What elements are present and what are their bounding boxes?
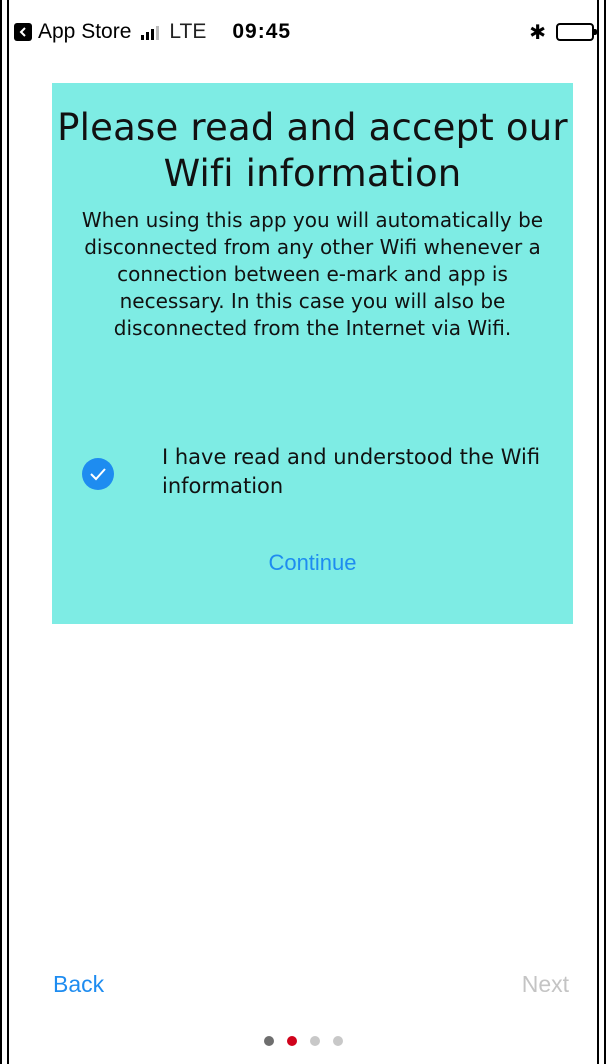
page-indicator xyxy=(2,1036,604,1046)
clock: 09:45 xyxy=(232,20,292,43)
continue-button[interactable]: Continue xyxy=(52,550,573,576)
back-to-app-label[interactable]: App Store xyxy=(38,20,131,44)
back-app-icon[interactable] xyxy=(14,23,32,41)
page-dot-3 xyxy=(309,1036,320,1046)
next-button: Next xyxy=(521,971,569,997)
wifi-info-card: Please read and accept our Wifi informat… xyxy=(52,83,573,624)
accept-checkbox-label[interactable]: I have read and understood the Wifi info… xyxy=(162,443,557,501)
checkmark-icon[interactable] xyxy=(82,458,114,490)
card-body-text: When using this app you will automatical… xyxy=(81,208,544,340)
status-right: ✱ xyxy=(529,20,597,45)
phone-screen: App Store LTE 09:45 ✱ Please read and ac… xyxy=(0,0,606,1064)
back-button[interactable]: Back xyxy=(53,971,104,998)
bluetooth-icon: ✱ xyxy=(529,21,546,44)
page-dot-1 xyxy=(263,1036,274,1046)
page-dot-2 xyxy=(286,1036,297,1046)
network-type: LTE xyxy=(169,20,207,43)
signal-icon xyxy=(141,24,160,40)
battery-icon xyxy=(556,23,597,41)
accept-checkbox-row[interactable]: I have read and understood the Wifi info… xyxy=(82,443,557,501)
status-bar: App Store LTE 09:45 ✱ xyxy=(14,16,597,48)
page-dot-4 xyxy=(332,1036,343,1046)
card-title: Please read and accept our Wifi informat… xyxy=(57,106,568,195)
